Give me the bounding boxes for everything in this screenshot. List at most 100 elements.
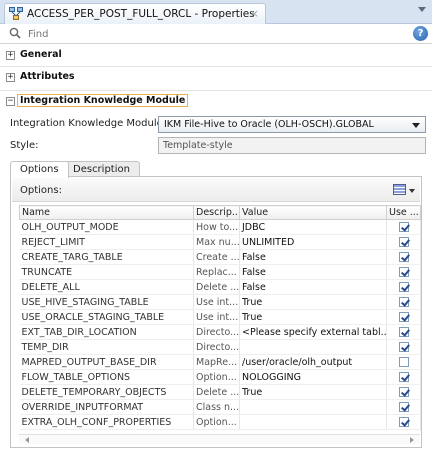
- table-header-row: Name Descrip... Value Use ...: [19, 205, 421, 220]
- table-row[interactable]: CREATE_TARG_TABLE Create ... False: [19, 249, 421, 265]
- option-use-cell: [386, 309, 421, 325]
- column-header-description[interactable]: Descrip...: [193, 205, 240, 220]
- use-checkbox[interactable]: [398, 297, 409, 307]
- option-value[interactable]: True: [239, 309, 387, 325]
- option-description: Option...: [193, 414, 240, 430]
- find-bar: ?: [0, 24, 432, 44]
- table-row[interactable]: OLH_OUTPUT_MODE How to... JDBC: [19, 219, 421, 235]
- option-use-cell: [386, 219, 421, 235]
- use-checkbox[interactable]: [398, 372, 409, 382]
- table-row[interactable]: OVERRIDE_INPUTFORMAT Class n...: [19, 399, 421, 415]
- help-icon[interactable]: ?: [413, 26, 428, 41]
- chevron-down-icon: [412, 123, 420, 128]
- use-checkbox[interactable]: [398, 252, 409, 262]
- option-value[interactable]: UNLIMITED: [239, 234, 387, 250]
- option-use-cell: [386, 249, 421, 265]
- options-title: Options:: [20, 185, 62, 196]
- option-description: How to...: [193, 219, 240, 235]
- expand-icon[interactable]: +: [6, 73, 15, 82]
- chevron-down-icon[interactable]: [409, 189, 415, 193]
- table-row[interactable]: MAPRED_OUTPUT_BASE_DIR MapRe.../user/orac…: [19, 354, 421, 370]
- option-value[interactable]: [239, 399, 387, 415]
- option-description: Max nu...: [193, 234, 240, 250]
- option-value[interactable]: True: [239, 384, 387, 400]
- use-checkbox[interactable]: [398, 282, 409, 292]
- table-row[interactable]: FLOW_TABLE_OPTIONS Option... NOLOGGING: [19, 369, 421, 385]
- section-ikm-label: Integration Knowledge Module: [16, 94, 189, 107]
- chevron-down-icon[interactable]: [418, 7, 426, 12]
- table-row[interactable]: EXTRA_OLH_CONF_PROPERTIES Option...: [19, 414, 421, 430]
- option-use-cell: [386, 234, 421, 250]
- table-row[interactable]: DELETE_ALL Delete ... False: [19, 279, 421, 295]
- option-use-cell: [386, 324, 421, 340]
- option-description: Class n...: [193, 399, 240, 415]
- option-value[interactable]: True: [239, 294, 387, 310]
- table-row[interactable]: EXT_TAB_DIR_LOCATION Directo... <Please sp…: [19, 324, 421, 340]
- option-use-cell: [386, 279, 421, 295]
- option-value[interactable]: /user/oracle/olh_output: [239, 354, 387, 370]
- use-checkbox[interactable]: [398, 222, 409, 232]
- tab-description[interactable]: Description: [63, 161, 140, 177]
- use-checkbox[interactable]: [398, 267, 409, 277]
- table-row[interactable]: TRUNCATE Replac... False: [19, 264, 421, 280]
- column-header-use[interactable]: Use ...: [386, 205, 421, 220]
- column-header-value[interactable]: Value: [239, 205, 387, 220]
- option-value[interactable]: False: [239, 249, 387, 265]
- table-row[interactable]: DELETE_TEMPORARY_OBJECTS Delete ... True: [19, 384, 421, 400]
- option-name: EXTRA_OLH_CONF_PROPERTIES: [19, 414, 194, 430]
- table-row[interactable]: TEMP_DIR Directo...: [19, 339, 421, 355]
- option-name: OLH_OUTPUT_MODE: [19, 219, 194, 235]
- option-use-cell: [386, 264, 421, 280]
- option-value[interactable]: <Please specify external tabl...: [239, 324, 387, 340]
- option-use-cell: [386, 294, 421, 310]
- option-value[interactable]: [239, 414, 387, 430]
- mapping-icon: [9, 7, 23, 20]
- ikm-select[interactable]: IKM File-Hive to Oracle (OLH-OSCH).GLOBA…: [158, 116, 426, 133]
- find-input[interactable]: [28, 26, 398, 42]
- option-value[interactable]: [239, 339, 387, 355]
- tab-options[interactable]: Options: [10, 161, 69, 178]
- option-name: EXT_TAB_DIR_LOCATION: [19, 324, 194, 340]
- table-row[interactable]: REJECT_LIMIT Max nu... UNLIMITED: [19, 234, 421, 250]
- horizontal-scrollbar[interactable]: [19, 434, 420, 444]
- use-checkbox[interactable]: [398, 327, 409, 337]
- collapse-icon[interactable]: −: [6, 97, 15, 106]
- options-header: Options:: [12, 178, 420, 202]
- option-description: Directo...: [193, 339, 240, 355]
- use-checkbox[interactable]: [398, 387, 409, 397]
- use-checkbox[interactable]: [398, 417, 409, 427]
- section-general-label: General: [20, 49, 62, 60]
- option-use-cell: [386, 384, 421, 400]
- option-use-cell: [386, 354, 421, 370]
- column-header-name[interactable]: Name: [19, 205, 194, 220]
- option-use-cell: [386, 339, 421, 355]
- option-description: Delete ...: [193, 384, 240, 400]
- option-value[interactable]: NOLOGGING: [239, 369, 387, 385]
- close-icon[interactable]: ×: [250, 7, 259, 20]
- option-name: TEMP_DIR: [19, 339, 194, 355]
- option-value[interactable]: JDBC: [239, 219, 387, 235]
- section-ikm[interactable]: − Integration Knowledge Module: [0, 91, 432, 113]
- option-name: USE_HIVE_STAGING_TABLE: [19, 294, 194, 310]
- style-field: Template-style: [158, 137, 426, 154]
- expand-icon[interactable]: +: [6, 51, 15, 60]
- properties-tab[interactable]: ACCESS_PER_POST_FULL_ORCL - Properties ×: [4, 3, 266, 24]
- ikm-select-value: IKM File-Hive to Oracle (OLH-OSCH).GLOBA…: [164, 119, 374, 130]
- option-name: FLOW_TABLE_OPTIONS: [19, 369, 194, 385]
- option-value[interactable]: False: [239, 279, 387, 295]
- columns-icon[interactable]: [393, 184, 406, 195]
- section-attributes[interactable]: + Attributes: [0, 67, 432, 89]
- use-checkbox[interactable]: [398, 402, 409, 412]
- use-checkbox[interactable]: [398, 342, 409, 352]
- scroll-right-icon[interactable]: [410, 437, 414, 443]
- table-row[interactable]: USE_HIVE_STAGING_TABLE Use int... True: [19, 294, 421, 310]
- option-name: DELETE_ALL: [19, 279, 194, 295]
- option-value[interactable]: False: [239, 264, 387, 280]
- use-checkbox[interactable]: [398, 357, 409, 367]
- use-checkbox[interactable]: [398, 312, 409, 322]
- scroll-left-icon[interactable]: [25, 437, 29, 443]
- table-row[interactable]: USE_ORACLE_STAGING_TABLE Use int... True: [19, 309, 421, 325]
- use-checkbox[interactable]: [398, 237, 409, 247]
- section-general[interactable]: + General: [0, 45, 432, 67]
- option-description: MapRe...: [193, 354, 240, 370]
